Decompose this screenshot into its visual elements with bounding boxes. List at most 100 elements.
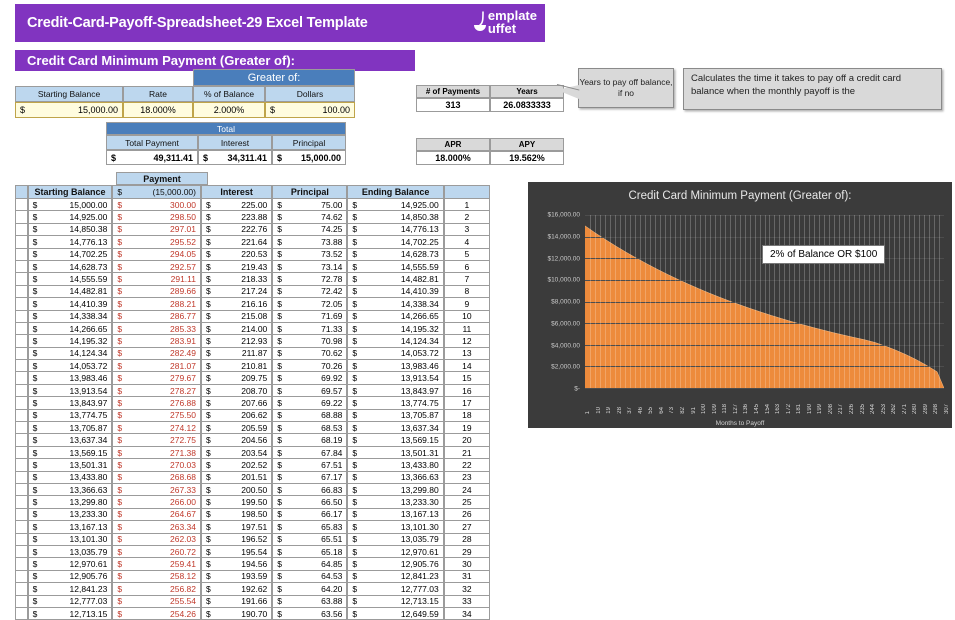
value-payment-cell: $260.72: [112, 545, 201, 559]
table-row[interactable]: $13,569.15 $271.38 $203.54 $67.84 $13,501.31…: [15, 446, 490, 460]
inputs-block: Greater of: Starting Balance Rate % of B…: [15, 69, 355, 118]
input-dollars[interactable]: $100.00: [265, 102, 355, 118]
table-row[interactable]: $12,841.23 $256.82 $192.62 $64.20 $12,777.03…: [15, 583, 490, 596]
input-pct-of-balance[interactable]: 2.000%: [193, 102, 265, 118]
value-interest: 196.52: [241, 534, 268, 545]
row-gutter: [15, 223, 28, 237]
chart-x-tick-label: 271: [901, 403, 908, 414]
chart-column-separator: [824, 215, 826, 388]
value-starting-balance-cell: $12,777.03: [27, 595, 113, 608]
value-principal: 73.88: [321, 236, 343, 247]
input-rate[interactable]: 18.000%: [123, 102, 193, 118]
value-principal-cell: $66.83: [272, 483, 348, 497]
table-row[interactable]: $14,555.59 $291.11 $218.33 $72.78 $14,482.81…: [15, 273, 490, 286]
table-row[interactable]: $13,637.34 $272.75 $204.56 $68.19 $13,569.15…: [15, 434, 490, 447]
chart-column-separator: [804, 215, 806, 388]
value-starting-balance: 13,501.31: [69, 459, 108, 470]
table-row[interactable]: $13,035.79 $260.72 $195.54 $65.18 $12,970.61…: [15, 545, 490, 559]
table-row[interactable]: $12,905.76 $258.12 $193.59 $64.53 $12,841.23…: [15, 570, 490, 584]
value-period-number: 32: [443, 583, 490, 596]
value-starting-balance: 14,338.34: [69, 311, 108, 322]
value-interest-cell: $220.53: [200, 248, 273, 261]
value-principal-cell: $68.19: [272, 434, 348, 447]
table-row[interactable]: $13,433.80 $268.68 $201.51 $67.17 $13,366.63…: [15, 471, 490, 484]
value-ending-balance-cell: $13,366.63: [347, 471, 444, 484]
apr-value-row: 18.000% 19.562%: [416, 151, 564, 165]
value-period-number: 26: [443, 508, 490, 522]
table-row[interactable]: $13,843.97 $276.88 $207.66 $69.22 $13,774.75…: [15, 397, 490, 410]
value-principal-cell: $74.25: [272, 223, 348, 237]
table-row[interactable]: $14,410.39 $288.21 $216.16 $72.05 $14,338.34…: [15, 298, 490, 311]
table-row[interactable]: $14,266.65 $285.33 $214.00 $71.33 $14,195.32…: [15, 322, 490, 336]
table-row[interactable]: $14,124.34 $282.49 $211.87 $70.62 $14,053.72…: [15, 347, 490, 361]
value-payment-cell: $264.67: [112, 508, 201, 522]
value-payment-cell: $270.03: [112, 459, 201, 472]
table-row[interactable]: $14,702.25 $294.05 $220.53 $73.52 $14,628.73…: [15, 248, 490, 261]
callout-tail-icon: [557, 85, 579, 99]
value-principal: 72.05: [321, 298, 343, 309]
row-gutter: [15, 273, 28, 286]
table-row[interactable]: $13,366.63 $267.33 $200.50 $66.83 $13,299.80…: [15, 483, 490, 497]
chart-column-separator: [934, 215, 936, 388]
table-row[interactable]: $14,338.34 $286.77 $215.08 $71.69 $14,266.65…: [15, 310, 490, 323]
value-payment-cell: $297.01: [112, 223, 201, 237]
row-gutter: [15, 248, 28, 261]
chart-x-tick-label: 91: [690, 407, 697, 414]
value-ending-balance: 12,713.15: [400, 596, 439, 607]
value-ending-balance: 13,233.30: [400, 497, 439, 508]
table-row[interactable]: $14,482.81 $289.66 $217.24 $72.42 $14,410.39…: [15, 285, 490, 299]
value-starting-balance-cell: $12,970.61: [27, 558, 113, 571]
payoff-chart: Credit Card Minimum Payment (Greater of)…: [528, 182, 952, 428]
table-row[interactable]: $14,195.32 $283.91 $212.93 $70.98 $14,124.34…: [15, 335, 490, 348]
value-ending-balance: 14,702.25: [400, 236, 439, 247]
table-row[interactable]: $13,913.54 $278.27 $208.70 $69.57 $13,843.97…: [15, 384, 490, 398]
table-row[interactable]: $15,000.00 $300.00 $225.00 $75.00 $14,925.00…: [15, 199, 490, 212]
row-gutter: [15, 397, 28, 410]
table-row[interactable]: $14,053.72 $281.07 $210.81 $70.26 $13,983.46…: [15, 360, 490, 373]
table-row[interactable]: $13,983.46 $279.67 $209.75 $69.92 $13,913.54…: [15, 372, 490, 385]
table-row[interactable]: $13,167.13 $263.34 $197.51 $65.83 $13,101.30…: [15, 521, 490, 534]
table-row[interactable]: $14,776.13 $295.52 $221.64 $73.88 $14,702.25…: [15, 236, 490, 249]
value-interest: 215.08: [241, 311, 268, 322]
table-row[interactable]: $12,713.15 $254.26 $190.70 $63.56 $12,649.59…: [15, 607, 490, 620]
value-principal: 68.53: [321, 422, 343, 433]
chart-column-separator: [654, 215, 656, 388]
table-row[interactable]: $13,774.75 $275.50 $206.62 $68.88 $13,705.87…: [15, 409, 490, 423]
value-principal-cell: $66.17: [272, 508, 348, 522]
chart-y-tick-label: $10,000.00: [547, 276, 580, 284]
value-principal: 69.22: [321, 397, 343, 408]
value-starting-balance: 15,000.00: [77, 105, 118, 115]
table-row[interactable]: $12,777.03 $255.54 $191.66 $63.88 $12,713.15…: [15, 595, 490, 608]
table-row[interactable]: $14,850.38 $297.01 $222.76 $74.25 $14,776.13…: [15, 223, 490, 237]
table-row[interactable]: $13,233.30 $264.67 $198.50 $66.17 $13,167.13…: [15, 508, 490, 522]
chart-column-separator: [644, 215, 646, 388]
table-row[interactable]: $12,970.61 $259.41 $194.56 $64.85 $12,905.76…: [15, 558, 490, 571]
value-payment-cell: $267.33: [112, 483, 201, 497]
chart-x-tick-label: 1: [585, 410, 591, 414]
value-ending-balance: 12,649.59: [400, 608, 439, 619]
value-period-number: 15: [443, 372, 490, 385]
row-gutter: [15, 211, 28, 224]
table-row[interactable]: $13,501.31 $270.03 $202.52 $67.51 $13,433.80…: [15, 459, 490, 472]
value-principal-cell: $68.88: [272, 409, 348, 423]
table-row[interactable]: $13,101.30 $262.03 $196.52 $65.51 $13,035.79…: [15, 533, 490, 546]
value-principal-cell: $67.51: [272, 459, 348, 472]
table-row[interactable]: $13,299.80 $266.00 $199.50 $66.50 $13,233.30…: [15, 496, 490, 509]
value-principal-cell: $65.83: [272, 521, 348, 534]
value-ending-balance-cell: $13,569.15: [347, 434, 444, 447]
table-row[interactable]: $14,925.00 $298.50 $223.88 $74.62 $14,850.38…: [15, 211, 490, 224]
value-payment-cell: $268.68: [112, 471, 201, 484]
value-interest: 222.76: [241, 224, 268, 235]
row-gutter: [15, 360, 28, 373]
value-interest: 200.50: [241, 484, 268, 495]
table-row[interactable]: $14,628.73 $292.57 $219.43 $73.14 $14,555.59…: [15, 260, 490, 274]
value-payment-cell: $258.12: [112, 570, 201, 584]
row-gutter: [15, 372, 28, 385]
table-row[interactable]: $13,705.87 $274.12 $205.59 $68.53 $13,637.34…: [15, 422, 490, 435]
chart-x-tick-label: 55: [648, 407, 655, 414]
chart-y-tick-label: $4,000.00: [551, 342, 580, 349]
value-interest: 221.64: [241, 236, 268, 247]
value-ending-balance: 13,843.97: [400, 385, 439, 396]
input-starting-balance[interactable]: $15,000.00: [15, 102, 123, 118]
chart-x-tick-label: 298: [933, 403, 940, 414]
